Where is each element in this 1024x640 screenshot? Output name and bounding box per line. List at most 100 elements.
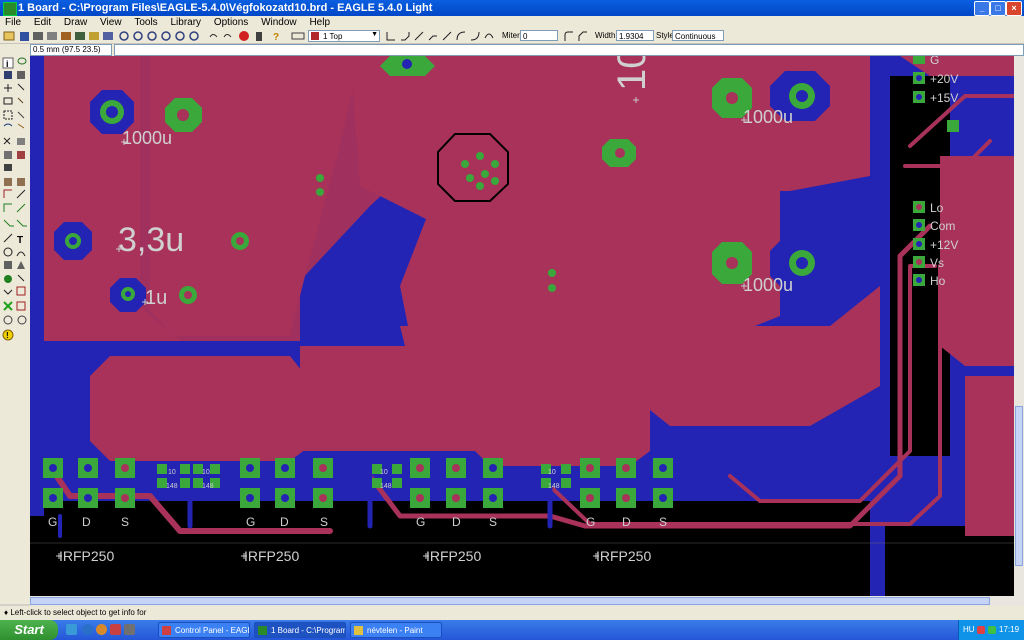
command-input[interactable] [114,44,1024,56]
resistor-label: 148 [548,483,560,490]
resistor-label: 10 [380,469,388,476]
coordinate-bar: 0.5 mm (97.5 23.5) [0,44,1024,56]
taskbar: Start Control Panel - EAGL... 1 Board - … [0,620,1024,640]
pin-label-d: D [452,515,461,529]
menu-window[interactable]: Window [256,16,302,29]
tray-icon[interactable] [988,626,996,634]
style-select[interactable]: Continuous [672,30,724,41]
resistor-label: 148 [380,483,392,490]
supply-label-20v: +20V [930,72,958,86]
layer-color-swatch [311,32,319,40]
menu-tools[interactable]: Tools [129,16,162,29]
svg-text:?: ? [273,32,279,43]
control-panel-icon [162,626,171,635]
minimize-button[interactable]: _ [974,1,990,16]
task-control-panel[interactable]: Control Panel - EAGL... [158,622,250,638]
cap-label-2: 1000u [743,107,793,127]
app-icon[interactable] [124,624,135,635]
task-label: 1 Board - C:\Program... [271,626,346,635]
transistor-label-4: IRFP250 [596,548,651,564]
menu-edit[interactable]: Edit [29,16,56,29]
desktop-icon[interactable] [66,624,77,635]
width-field[interactable]: 1.9304 [616,30,654,41]
board-canvas[interactable]: 1000u 1000u 1000u 3,3u 1u 10 G D S G D S… [30,56,1014,596]
transistor-label-3: IRFP250 [426,548,481,564]
cap-label-1u: 1u [145,287,167,309]
cap-label-top-rotated: 10 [610,56,654,91]
connector-label-ho: Ho [930,274,946,288]
cap-label-3: 1000u [743,275,793,295]
connector-label-12v: +12V [930,238,958,252]
pin-label-d: D [622,515,631,529]
resistor-label: 10 [168,469,176,476]
clock[interactable]: 17:19 [999,620,1019,640]
language-indicator[interactable]: HU [963,620,975,640]
pin-label-g: G [246,515,255,529]
transistor-label-2: IRFP250 [244,548,299,564]
menu-bar: File Edit Draw View Tools Library Option… [0,16,1024,30]
coordinate-display: 0.5 mm (97.5 23.5) [30,44,112,56]
connector-label-com: Com [930,219,955,233]
miter-field[interactable]: 0 [520,30,558,41]
pin-label-g: G [586,515,595,529]
horizontal-scrollbar[interactable] [30,596,1024,606]
resistor-label: 10 [548,469,556,476]
vertical-scrollbar[interactable] [1014,56,1024,596]
eagle-app-icon[interactable] [3,2,17,16]
close-button[interactable]: × [1006,1,1022,16]
connector-label-lo: Lo [930,201,944,215]
start-button[interactable]: Start [0,620,58,640]
resistor-label: 148 [166,483,178,490]
wire-bend-buttons[interactable] [384,29,504,43]
paint-icon [354,626,363,635]
task-label: névtelen - Paint [367,626,423,635]
menu-help[interactable]: Help [304,16,335,29]
menu-view[interactable]: View [95,16,127,29]
status-text: Left-click to select object to get info … [10,608,147,617]
miter-label: Miter: [502,31,522,40]
pcb-board[interactable]: 1000u 1000u 1000u 3,3u 1u 10 G D S G D S… [30,56,1014,596]
ie-icon[interactable] [82,624,93,635]
supply-label-g: G [930,56,939,67]
menu-options[interactable]: Options [209,16,253,29]
pin-label-g: G [416,515,425,529]
window-title: 1 Board - C:\Program Files\EAGLE-5.4.0\V… [18,2,433,14]
miter-style-buttons[interactable] [562,29,592,43]
menu-draw[interactable]: Draw [59,16,92,29]
resistor-label: 148 [202,483,214,490]
pin-label-s: S [659,515,667,529]
task-eagle-board[interactable]: 1 Board - C:\Program... [254,622,346,638]
tool-icons[interactable]: i T ! [0,56,30,346]
cap-label-1: 1000u [122,128,172,148]
file-icons: ? [3,31,305,43]
toolbar: ? 1 Top ▼ Miter: 0 Width: 1.9304 Style: … [0,29,1024,44]
status-bar: ♦ Left-click to select object to get inf… [0,606,1024,620]
system-tray: HU 17:19 [958,620,1024,640]
cap-label-33u: 3,3u [118,221,184,259]
layer-select[interactable]: 1 Top ▼ [308,30,380,42]
width-label: Width: [595,31,618,40]
svg-text:!: ! [6,331,9,340]
chevron-down-icon: ▼ [371,31,378,38]
menu-library[interactable]: Library [165,16,206,29]
menu-file[interactable]: File [0,16,26,29]
svg-text:T: T [17,235,23,246]
tray-icon[interactable] [977,626,985,634]
horizontal-scroll-thumb[interactable] [30,597,990,605]
maximize-button[interactable]: □ [990,1,1006,16]
vertical-scroll-thumb[interactable] [1015,406,1023,566]
task-paint[interactable]: névtelen - Paint [350,622,442,638]
task-label: Control Panel - EAGL... [175,626,249,635]
supply-label-15v: +15V [930,91,958,105]
eagle-icon [258,626,267,635]
pin-label-s: S [121,515,129,529]
title-bar: 1 Board - C:\Program Files\EAGLE-5.4.0\V… [0,0,1024,16]
resistor-label: 10 [202,469,210,476]
transistor-label-1: IRFP250 [59,548,114,564]
pin-label-g: G [48,515,57,529]
firefox-icon[interactable] [96,624,107,635]
app-icon[interactable] [110,624,121,635]
pin-label-d: D [82,515,91,529]
tool-palette: i T ! [0,56,31,604]
pin-label-s: S [489,515,497,529]
